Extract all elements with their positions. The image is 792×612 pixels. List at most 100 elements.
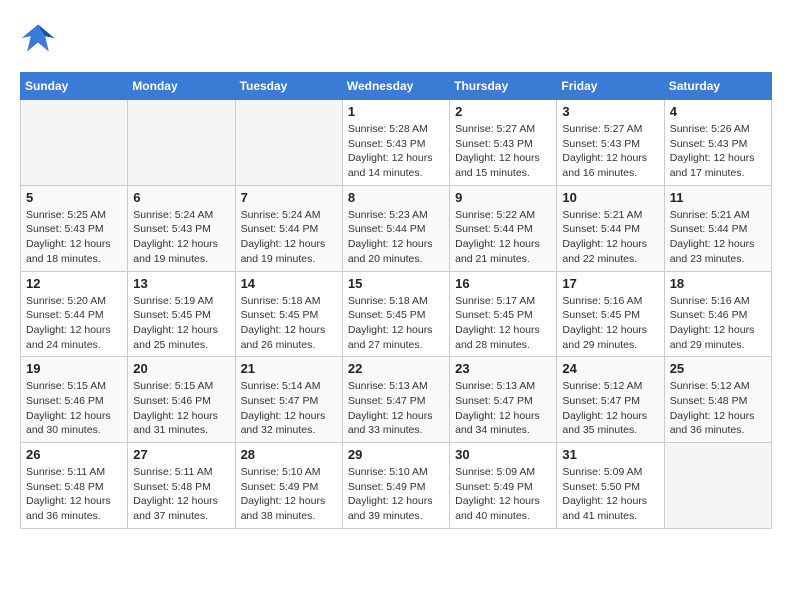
day-number: 8 bbox=[348, 190, 444, 205]
day-info: Sunrise: 5:12 AM Sunset: 5:48 PM Dayligh… bbox=[670, 379, 766, 438]
day-info: Sunrise: 5:09 AM Sunset: 5:49 PM Dayligh… bbox=[455, 465, 551, 524]
day-number: 21 bbox=[241, 361, 337, 376]
day-header-tuesday: Tuesday bbox=[235, 73, 342, 100]
calendar-cell: 6 Sunrise: 5:24 AM Sunset: 5:43 PM Daylig… bbox=[128, 185, 235, 271]
day-info: Sunrise: 5:13 AM Sunset: 5:47 PM Dayligh… bbox=[455, 379, 551, 438]
day-header-friday: Friday bbox=[557, 73, 664, 100]
day-number: 3 bbox=[562, 104, 658, 119]
calendar-cell: 24Sunrise: 5:12 AM Sunset: 5:47 PM Dayli… bbox=[557, 357, 664, 443]
calendar-cell: 2 Sunrise: 5:27 AM Sunset: 5:43 PM Daylig… bbox=[450, 100, 557, 186]
day-info: Sunrise: 5:13 AM Sunset: 5:47 PM Dayligh… bbox=[348, 379, 444, 438]
calendar-cell: 9Sunrise: 5:22 AM Sunset: 5:44 PM Daylig… bbox=[450, 185, 557, 271]
calendar-cell: 26 Sunrise: 5:11 AM Sunset: 5:48 PM Dayli… bbox=[21, 443, 128, 529]
day-info: Sunrise: 5:25 AM Sunset: 5:43 PM Dayligh… bbox=[26, 208, 122, 267]
calendar-cell: 5 Sunrise: 5:25 AM Sunset: 5:43 PM Daylig… bbox=[21, 185, 128, 271]
day-number: 20 bbox=[133, 361, 229, 376]
day-header-sunday: Sunday bbox=[21, 73, 128, 100]
day-info: Sunrise: 5:11 AM Sunset: 5:48 PM Dayligh… bbox=[26, 465, 122, 524]
calendar-cell: 3 Sunrise: 5:27 AM Sunset: 5:43 PM Daylig… bbox=[557, 100, 664, 186]
day-number: 11 bbox=[670, 190, 766, 205]
day-info: Sunrise: 5:10 AM Sunset: 5:49 PM Dayligh… bbox=[241, 465, 337, 524]
day-info: Sunrise: 5:21 AM Sunset: 5:44 PM Dayligh… bbox=[670, 208, 766, 267]
day-number: 15 bbox=[348, 276, 444, 291]
calendar-cell bbox=[21, 100, 128, 186]
calendar-cell: 10 Sunrise: 5:21 AM Sunset: 5:44 PM Dayli… bbox=[557, 185, 664, 271]
day-info: Sunrise: 5:18 AM Sunset: 5:45 PM Dayligh… bbox=[241, 294, 337, 353]
calendar-cell: 18 Sunrise: 5:16 AM Sunset: 5:46 PM Dayli… bbox=[664, 271, 771, 357]
calendar-cell: 21Sunrise: 5:14 AM Sunset: 5:47 PM Dayli… bbox=[235, 357, 342, 443]
calendar-table: SundayMondayTuesdayWednesdayThursdayFrid… bbox=[20, 72, 772, 529]
day-info: Sunrise: 5:21 AM Sunset: 5:44 PM Dayligh… bbox=[562, 208, 658, 267]
calendar-cell: 16 Sunrise: 5:17 AM Sunset: 5:45 PM Dayli… bbox=[450, 271, 557, 357]
calendar-cell: 31Sunrise: 5:09 AM Sunset: 5:50 PM Dayli… bbox=[557, 443, 664, 529]
day-number: 12 bbox=[26, 276, 122, 291]
logo-icon bbox=[20, 20, 56, 56]
calendar-week-row: 19 Sunrise: 5:15 AM Sunset: 5:46 PM Dayli… bbox=[21, 357, 772, 443]
day-info: Sunrise: 5:15 AM Sunset: 5:46 PM Dayligh… bbox=[26, 379, 122, 438]
day-info: Sunrise: 5:28 AM Sunset: 5:43 PM Dayligh… bbox=[348, 122, 444, 181]
calendar-cell: 20 Sunrise: 5:15 AM Sunset: 5:46 PM Dayli… bbox=[128, 357, 235, 443]
calendar-cell: 22 Sunrise: 5:13 AM Sunset: 5:47 PM Dayli… bbox=[342, 357, 449, 443]
calendar-cell bbox=[235, 100, 342, 186]
calendar-cell: 25 Sunrise: 5:12 AM Sunset: 5:48 PM Dayli… bbox=[664, 357, 771, 443]
calendar-cell: 30 Sunrise: 5:09 AM Sunset: 5:49 PM Dayli… bbox=[450, 443, 557, 529]
day-info: Sunrise: 5:16 AM Sunset: 5:46 PM Dayligh… bbox=[670, 294, 766, 353]
calendar-cell: 17 Sunrise: 5:16 AM Sunset: 5:45 PM Dayli… bbox=[557, 271, 664, 357]
day-number: 7 bbox=[241, 190, 337, 205]
calendar-cell: 23Sunrise: 5:13 AM Sunset: 5:47 PM Dayli… bbox=[450, 357, 557, 443]
day-number: 22 bbox=[348, 361, 444, 376]
day-info: Sunrise: 5:24 AM Sunset: 5:43 PM Dayligh… bbox=[133, 208, 229, 267]
day-header-saturday: Saturday bbox=[664, 73, 771, 100]
calendar-week-row: 1 Sunrise: 5:28 AM Sunset: 5:43 PM Daylig… bbox=[21, 100, 772, 186]
day-info: Sunrise: 5:09 AM Sunset: 5:50 PM Dayligh… bbox=[562, 465, 658, 524]
day-header-monday: Monday bbox=[128, 73, 235, 100]
day-info: Sunrise: 5:27 AM Sunset: 5:43 PM Dayligh… bbox=[455, 122, 551, 181]
calendar-cell: 27Sunrise: 5:11 AM Sunset: 5:48 PM Dayli… bbox=[128, 443, 235, 529]
day-info: Sunrise: 5:15 AM Sunset: 5:46 PM Dayligh… bbox=[133, 379, 229, 438]
day-number: 30 bbox=[455, 447, 551, 462]
day-info: Sunrise: 5:20 AM Sunset: 5:44 PM Dayligh… bbox=[26, 294, 122, 353]
day-number: 2 bbox=[455, 104, 551, 119]
day-number: 16 bbox=[455, 276, 551, 291]
calendar-week-row: 12 Sunrise: 5:20 AM Sunset: 5:44 PM Dayli… bbox=[21, 271, 772, 357]
calendar-cell: 28 Sunrise: 5:10 AM Sunset: 5:49 PM Dayli… bbox=[235, 443, 342, 529]
day-number: 18 bbox=[670, 276, 766, 291]
day-info: Sunrise: 5:24 AM Sunset: 5:44 PM Dayligh… bbox=[241, 208, 337, 267]
day-number: 24 bbox=[562, 361, 658, 376]
day-number: 13 bbox=[133, 276, 229, 291]
page-header bbox=[20, 20, 772, 56]
calendar-cell: 11 Sunrise: 5:21 AM Sunset: 5:44 PM Dayli… bbox=[664, 185, 771, 271]
day-header-wednesday: Wednesday bbox=[342, 73, 449, 100]
calendar-header-row: SundayMondayTuesdayWednesdayThursdayFrid… bbox=[21, 73, 772, 100]
calendar-cell: 12 Sunrise: 5:20 AM Sunset: 5:44 PM Dayli… bbox=[21, 271, 128, 357]
day-info: Sunrise: 5:23 AM Sunset: 5:44 PM Dayligh… bbox=[348, 208, 444, 267]
calendar-cell: 1 Sunrise: 5:28 AM Sunset: 5:43 PM Daylig… bbox=[342, 100, 449, 186]
day-number: 17 bbox=[562, 276, 658, 291]
day-number: 25 bbox=[670, 361, 766, 376]
day-info: Sunrise: 5:18 AM Sunset: 5:45 PM Dayligh… bbox=[348, 294, 444, 353]
calendar-cell: 15 Sunrise: 5:18 AM Sunset: 5:45 PM Dayli… bbox=[342, 271, 449, 357]
day-number: 6 bbox=[133, 190, 229, 205]
calendar-cell: 14Sunrise: 5:18 AM Sunset: 5:45 PM Dayli… bbox=[235, 271, 342, 357]
day-info: Sunrise: 5:17 AM Sunset: 5:45 PM Dayligh… bbox=[455, 294, 551, 353]
day-number: 1 bbox=[348, 104, 444, 119]
calendar-cell bbox=[128, 100, 235, 186]
day-number: 28 bbox=[241, 447, 337, 462]
calendar-week-row: 5 Sunrise: 5:25 AM Sunset: 5:43 PM Daylig… bbox=[21, 185, 772, 271]
day-info: Sunrise: 5:27 AM Sunset: 5:43 PM Dayligh… bbox=[562, 122, 658, 181]
day-number: 19 bbox=[26, 361, 122, 376]
day-number: 10 bbox=[562, 190, 658, 205]
logo bbox=[20, 20, 62, 56]
calendar-cell: 19 Sunrise: 5:15 AM Sunset: 5:46 PM Dayli… bbox=[21, 357, 128, 443]
calendar-week-row: 26 Sunrise: 5:11 AM Sunset: 5:48 PM Dayli… bbox=[21, 443, 772, 529]
calendar-cell: 7 Sunrise: 5:24 AM Sunset: 5:44 PM Daylig… bbox=[235, 185, 342, 271]
day-number: 5 bbox=[26, 190, 122, 205]
day-info: Sunrise: 5:16 AM Sunset: 5:45 PM Dayligh… bbox=[562, 294, 658, 353]
day-header-thursday: Thursday bbox=[450, 73, 557, 100]
day-number: 9 bbox=[455, 190, 551, 205]
day-info: Sunrise: 5:26 AM Sunset: 5:43 PM Dayligh… bbox=[670, 122, 766, 181]
day-info: Sunrise: 5:10 AM Sunset: 5:49 PM Dayligh… bbox=[348, 465, 444, 524]
day-info: Sunrise: 5:19 AM Sunset: 5:45 PM Dayligh… bbox=[133, 294, 229, 353]
day-number: 29 bbox=[348, 447, 444, 462]
day-number: 26 bbox=[26, 447, 122, 462]
